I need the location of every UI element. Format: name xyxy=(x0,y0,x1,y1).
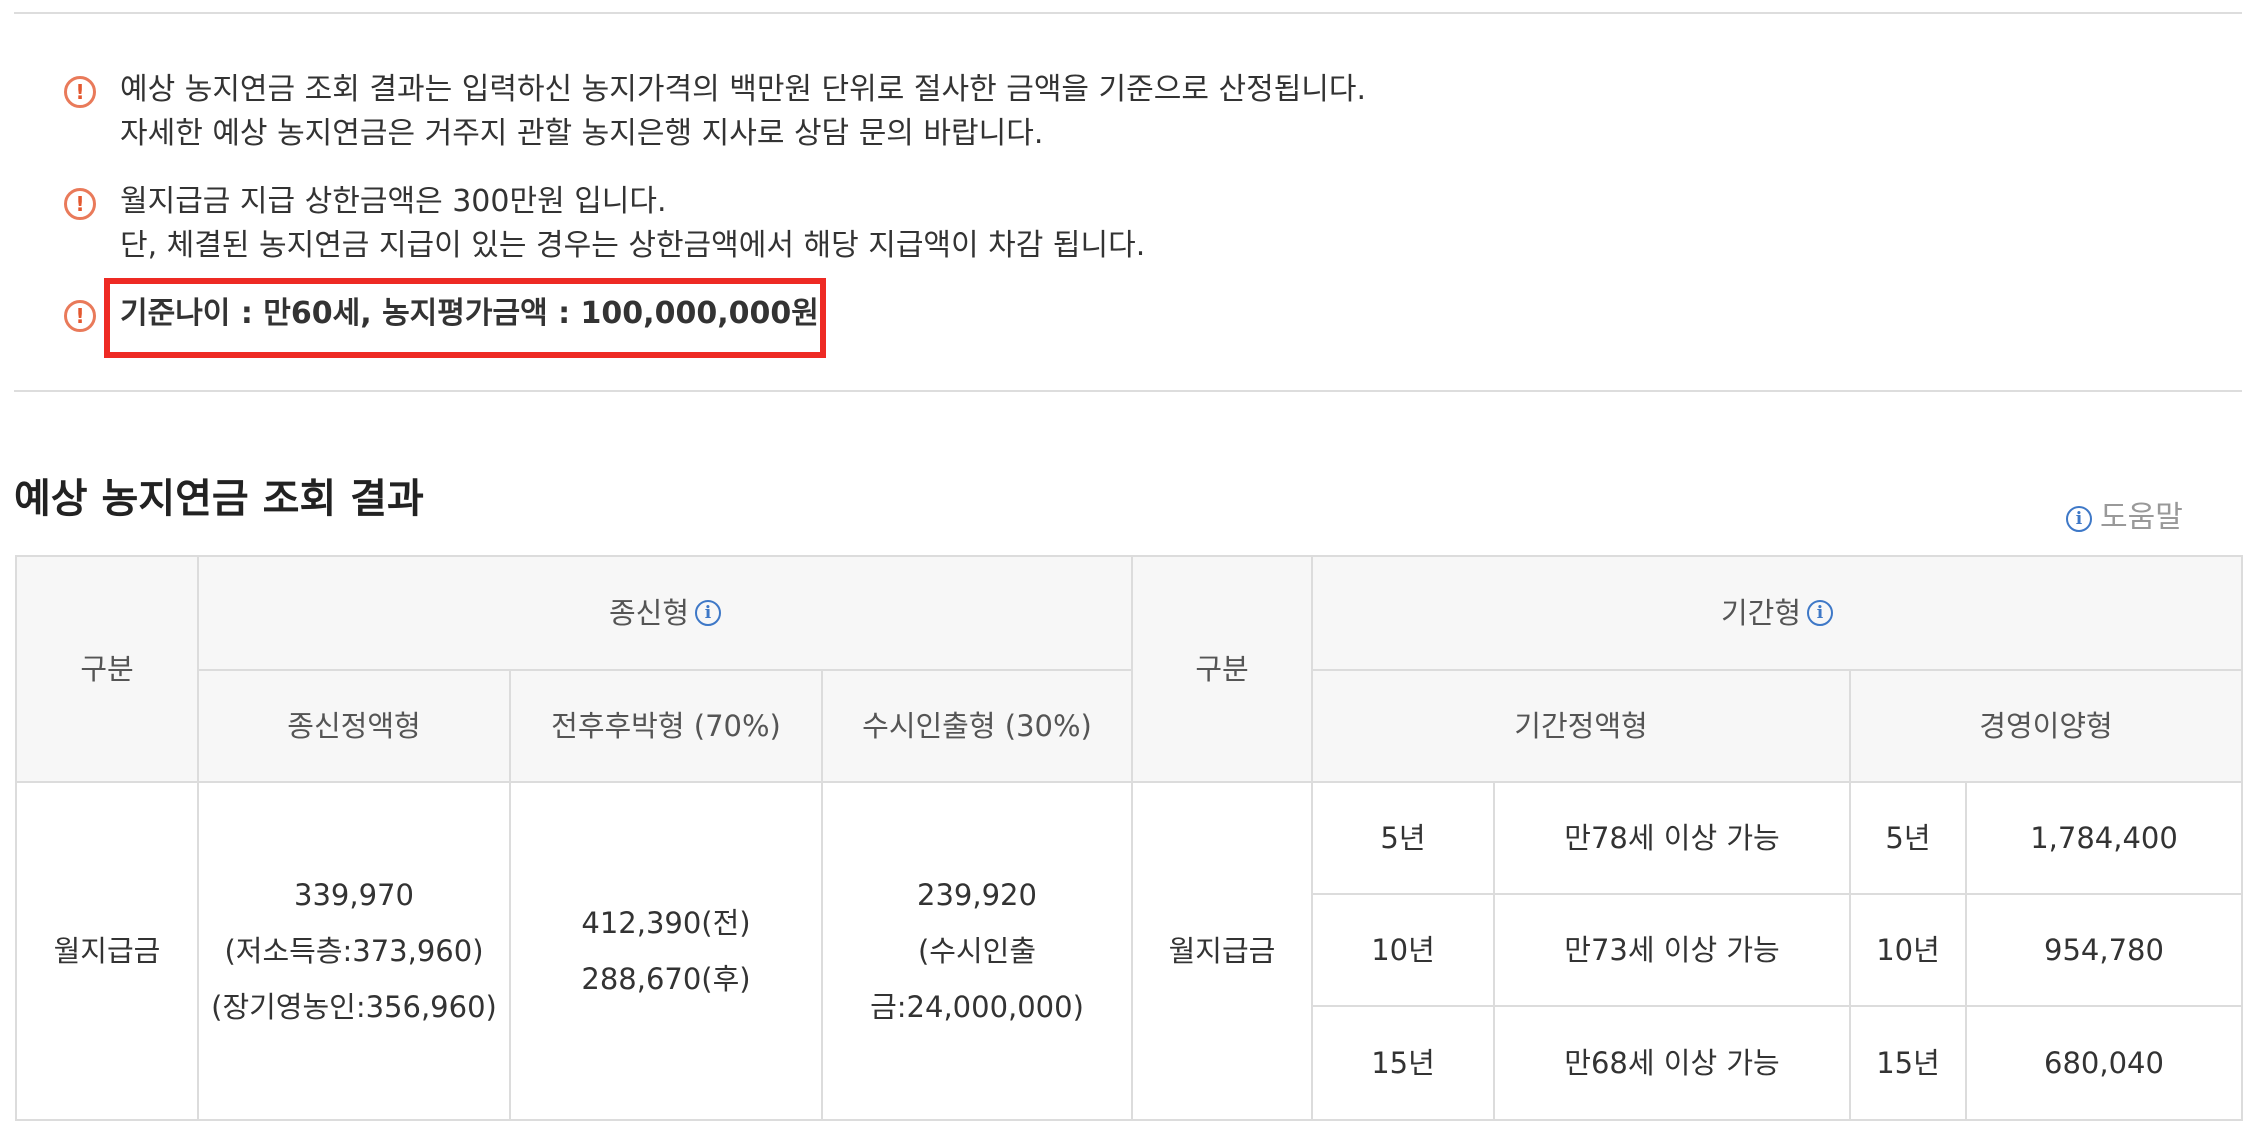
term-period: 15년 xyxy=(1312,1006,1494,1120)
header-lifetime-group: 종신형 i xyxy=(198,556,1132,670)
header-lifetime-label: 종신형 xyxy=(608,596,690,630)
notice-text: 월지급금 지급 상한금액은 300만원 입니다. 단, 체결된 농지연금 지급이… xyxy=(120,180,1520,268)
value-line: (수시인출 xyxy=(917,934,1037,968)
value-lifetime-fixed: 339,970 (저소득층:373,960) (장기영농인:356,960) xyxy=(198,782,510,1120)
cell-text: 만78세 이상 가능 xyxy=(1564,821,1780,855)
top-divider xyxy=(14,12,2242,14)
table-line xyxy=(1312,669,2242,671)
header-lifetime-fixed: 종신정액형 xyxy=(198,670,510,782)
section-title: 예상 농지연금 조회 결과 xyxy=(14,476,424,522)
header-front-loaded: 전후후박형 (70%) xyxy=(510,670,822,782)
transfer-value: 1,784,400 xyxy=(1966,782,2242,894)
cell-text: 954,780 xyxy=(2044,933,2164,967)
cell-text: 만68세 이상 가능 xyxy=(1564,1046,1780,1080)
header-term-fixed: 기간정액형 xyxy=(1312,670,1850,782)
help-link-label: 도움말 xyxy=(2100,500,2183,535)
header-term-label: 기간형 xyxy=(1720,596,1802,630)
row-label-monthly-right: 월지급금 xyxy=(1132,782,1312,1120)
transfer-period: 10년 xyxy=(1850,894,1966,1006)
table-line xyxy=(1965,781,1967,1121)
warning-icon: ! xyxy=(64,188,96,220)
warning-icon: ! xyxy=(64,300,96,332)
cell-text: 1,784,400 xyxy=(2030,821,2178,855)
table-line xyxy=(16,781,2242,783)
row-label: 월지급금 xyxy=(53,934,161,968)
cell-text: 5년 xyxy=(1885,821,1931,855)
info-circle-icon: i xyxy=(2066,505,2092,532)
term-eligibility: 만78세 이상 가능 xyxy=(1494,782,1850,894)
subheader-label: 경영이양형 xyxy=(1979,709,2113,743)
table-line xyxy=(1312,893,2242,895)
help-link[interactable]: i 도움말 xyxy=(2066,492,2183,536)
value-line: 339,970 xyxy=(294,878,414,912)
header-transfer: 경영이양형 xyxy=(1850,670,2242,782)
table-line xyxy=(197,555,199,1121)
warning-icon: ! xyxy=(64,76,96,108)
table-line xyxy=(1849,669,1851,1121)
term-period: 10년 xyxy=(1312,894,1494,1006)
row-label: 월지급금 xyxy=(1168,934,1276,968)
header-category-right: 구분 xyxy=(1132,556,1312,782)
table-line xyxy=(821,669,823,1121)
cell-text: 5년 xyxy=(1380,821,1426,855)
table-border-bottom xyxy=(16,1119,2242,1121)
table-border-right xyxy=(2241,555,2243,1121)
highlight-box xyxy=(104,278,826,358)
header-withdrawal: 수시인출형 (30%) xyxy=(822,670,1132,782)
notice-text: 예상 농지연금 조회 결과는 입력하신 농지가격의 백만원 단위로 절사한 금액… xyxy=(120,68,1520,156)
term-period: 5년 xyxy=(1312,782,1494,894)
value-line: (저소득층:373,960) xyxy=(224,934,484,968)
cell-text: 만73세 이상 가능 xyxy=(1564,933,1780,967)
cell-text: 15년 xyxy=(1371,1046,1435,1080)
subheader-label: 전후후박형 (70%) xyxy=(551,709,781,743)
value-line: 288,670(후) xyxy=(581,962,751,996)
section-divider xyxy=(14,390,2242,392)
cell-text: 10년 xyxy=(1371,933,1435,967)
header-category-label: 구분 xyxy=(1195,652,1249,686)
row-label-monthly: 월지급금 xyxy=(16,782,198,1120)
subheader-label: 수시인출형 (30%) xyxy=(862,709,1092,743)
value-line: 412,390(전) xyxy=(581,906,751,940)
header-category-label: 구분 xyxy=(80,652,134,686)
table-line xyxy=(1493,781,1495,1121)
cell-text: 15년 xyxy=(1876,1046,1940,1080)
table-line xyxy=(1312,1005,2242,1007)
subheader-label: 종신정액형 xyxy=(287,709,421,743)
notice-line: 자세한 예상 농지연금은 거주지 관할 농지은행 지사로 상담 문의 바랍니다. xyxy=(120,116,1044,151)
header-category: 구분 xyxy=(16,556,198,782)
info-icon[interactable]: i xyxy=(1807,600,1834,626)
table-line xyxy=(1131,555,1133,1121)
value-front-loaded: 412,390(전) 288,670(후) xyxy=(510,782,822,1120)
value-withdrawal: 239,920 (수시인출 금:24,000,000) xyxy=(822,782,1132,1120)
info-icon[interactable]: i xyxy=(695,600,722,626)
cell-text: 680,040 xyxy=(2044,1046,2164,1080)
table-line xyxy=(198,669,1132,671)
table-line xyxy=(509,669,511,1121)
notice-line: 월지급금 지급 상한금액은 300만원 입니다. xyxy=(120,184,667,219)
value-line: 239,920 xyxy=(917,878,1037,912)
table-border-left xyxy=(15,555,17,1121)
transfer-value: 680,040 xyxy=(1966,1006,2242,1120)
table-border-top xyxy=(16,555,2242,557)
value-line: (장기영농인:356,960) xyxy=(211,990,497,1024)
notice-line: 예상 농지연금 조회 결과는 입력하신 농지가격의 백만원 단위로 절사한 금액… xyxy=(120,72,1367,107)
cell-text: 10년 xyxy=(1876,933,1940,967)
table-line xyxy=(1311,555,1313,1121)
term-eligibility: 만73세 이상 가능 xyxy=(1494,894,1850,1006)
transfer-period: 15년 xyxy=(1850,1006,1966,1120)
transfer-value: 954,780 xyxy=(1966,894,2242,1006)
notice-line: 단, 체결된 농지연금 지급이 있는 경우는 상한금액에서 해당 지급액이 차감… xyxy=(120,228,1146,263)
term-eligibility: 만68세 이상 가능 xyxy=(1494,1006,1850,1120)
header-term-group: 기간형 i xyxy=(1312,556,2242,670)
subheader-label: 기간정액형 xyxy=(1514,709,1648,743)
value-line: 금:24,000,000) xyxy=(870,990,1084,1024)
transfer-period: 5년 xyxy=(1850,782,1966,894)
